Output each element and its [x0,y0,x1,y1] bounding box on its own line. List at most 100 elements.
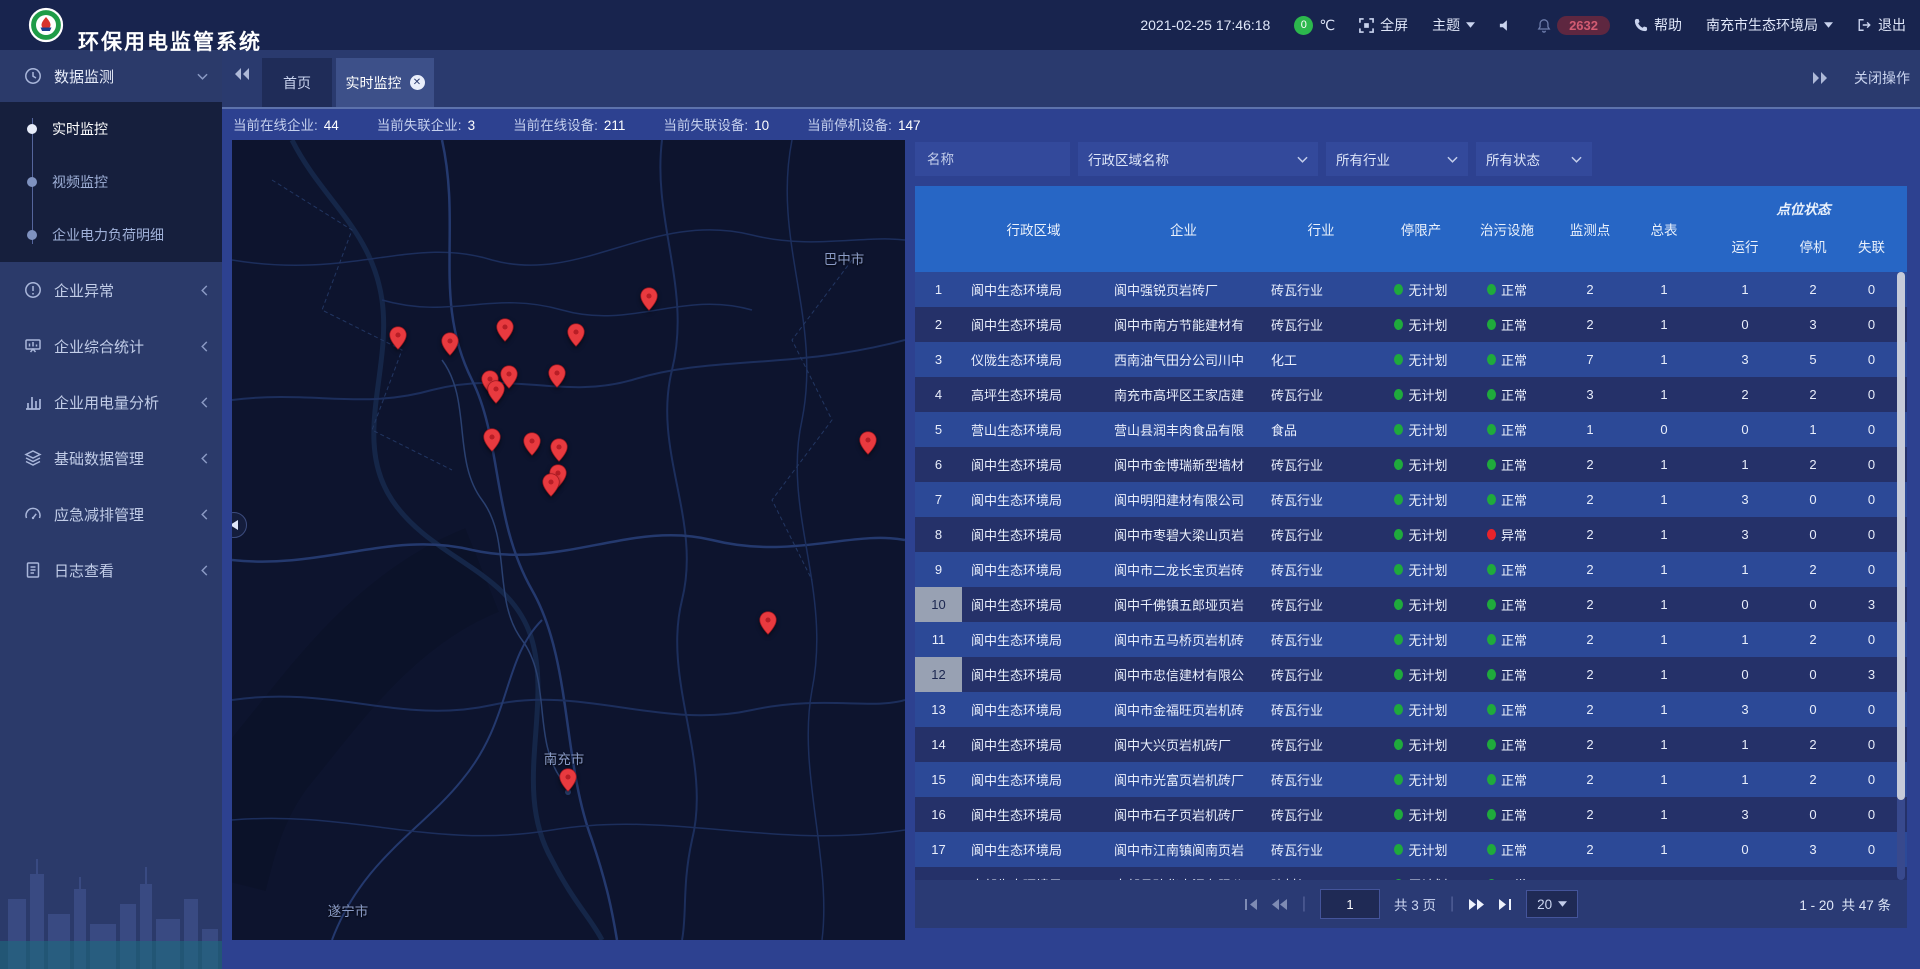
map-panel[interactable]: 巴中市 南充市 遂宁市 [232,140,905,940]
help-button[interactable]: 帮助 [1634,15,1682,35]
table-row[interactable]: 7 阆中生态环境局 阆中明阳建材有限公司 砖瓦行业 无计划 正常 2 1 3 [915,482,1907,517]
last-page-icon[interactable] [1498,898,1512,911]
table-row[interactable]: 1 阆中生态环境局 阆中强锐页岩砖厂 砖瓦行业 无计划 正常 2 1 1 [915,272,1907,307]
sidebar-item-power-load-detail[interactable]: 企业电力负荷明细 [0,208,222,261]
search-input[interactable] [925,151,1060,168]
table-row[interactable]: 16 阆中生态环境局 阆中市石子页岩机砖厂 砖瓦行业 无计划 正常 2 1 3 [915,797,1907,832]
map-pin-icon[interactable] [389,326,407,350]
cell-facility-status: 正常 [1462,272,1552,307]
map-pin-icon[interactable] [548,364,566,388]
table-row[interactable]: 4 高坪生态环境局 南充市高坪区王家店建 砖瓦行业 无计划 正常 3 1 2 [915,377,1907,412]
sidebar-item-enterprise-statistics[interactable]: 企业综合统计 [0,318,222,374]
org-menu[interactable]: 南充市生态环境局 [1706,15,1833,35]
map-pin-icon[interactable] [487,380,505,404]
cell-run: 0 [1700,832,1790,867]
table-row[interactable]: 12 阆中生态环境局 阆中市忠信建材有限公 砖瓦行业 无计划 正常 2 1 0 [915,657,1907,692]
region-filter-select[interactable]: 行政区域名称 [1078,142,1318,176]
cell-index: 1 [915,272,962,307]
tabs-scroll-left-icon[interactable] [234,67,250,81]
cell-index: 12 [915,657,962,692]
map-pin-icon[interactable] [640,287,658,311]
sidebar-item-base-data[interactable]: 基础数据管理 [0,430,222,486]
map-pin-icon[interactable] [550,438,568,462]
cell-industry: 砖瓦行业 [1262,447,1380,482]
chevron-left-icon [201,565,208,576]
tab-close-icon[interactable]: ✕ [410,75,425,90]
page-size-select[interactable]: 20 [1526,890,1578,918]
map-pin-icon[interactable] [441,332,459,356]
chevron-left-icon [201,453,208,464]
status-bar: 当前在线企业:44 当前失联企业:3 当前在线设备:211 当前失联设备:10 … [222,107,1920,140]
facility-status-dot-icon [1487,494,1496,505]
sidebar-item-emergency-reduction[interactable]: 应急减排管理 [0,486,222,542]
app-title: 环保用电监管系统 [78,26,262,56]
facility-status-text: 正常 [1501,315,1527,334]
next-page-icon[interactable] [1468,898,1484,911]
map-pin-icon[interactable] [567,323,585,347]
cell-region: 高坪生态环境局 [962,377,1105,412]
theme-menu[interactable]: 主题 [1432,15,1475,35]
table-row[interactable]: 2 阆中生态环境局 阆中市南方节能建材有 砖瓦行业 无计划 正常 2 1 0 [915,307,1907,342]
notifications[interactable]: 2632 [1537,16,1610,35]
status-filter-value: 所有状态 [1486,149,1540,169]
page-number-input[interactable] [1320,889,1380,919]
table-row[interactable]: 5 营山生态环境局 营山县润丰肉食品有限 食品 无计划 正常 1 0 0 [915,412,1907,447]
prev-page-icon[interactable] [1272,898,1288,911]
close-operations-button[interactable]: 关闭操作 [1854,68,1910,88]
table-row[interactable]: 14 阆中生态环境局 阆中大兴页岩机砖厂 砖瓦行业 无计划 正常 2 1 1 [915,727,1907,762]
col-stop: 停机 [1790,220,1836,272]
cell-meter: 1 [1628,482,1700,517]
map-pin-icon[interactable] [523,432,541,456]
page-size-value: 20 [1537,897,1552,912]
plan-status-text: 无计划 [1408,385,1447,404]
map-pin-icon[interactable] [496,318,514,342]
sidebar-item-realtime-monitoring[interactable]: 实时监控 [0,102,222,155]
status-filter-select[interactable]: 所有状态 [1476,142,1592,176]
cell-facility-status: 正常 [1462,762,1552,797]
table-row[interactable]: 3 仪陇生态环境局 西南油气田分公司川中 化工 无计划 正常 7 1 3 [915,342,1907,377]
cell-region: 阆中生态环境局 [962,797,1105,832]
sidebar-item-enterprise-abnormal[interactable]: 企业异常 [0,262,222,318]
tab-realtime-monitoring[interactable]: 实时监控 ✕ [336,58,434,107]
table-row[interactable]: 13 阆中生态环境局 阆中市金福旺页岩机砖 砖瓦行业 无计划 正常 2 1 3 [915,692,1907,727]
table-row[interactable]: 17 阆中生态环境局 阆中市江南镇阆南页岩 砖瓦行业 无计划 正常 2 1 0 [915,832,1907,867]
cell-run: 2 [1700,377,1790,412]
sidebar-item-log-view[interactable]: 日志查看 [0,542,222,598]
app-logo-icon [28,7,64,43]
timeline-dot-icon [27,177,37,187]
table-row[interactable]: 15 阆中生态环境局 阆中市光富页岩机砖厂 砖瓦行业 无计划 正常 2 1 1 [915,762,1907,797]
map-pin-icon[interactable] [483,428,501,452]
logout-button[interactable]: 退出 [1857,15,1906,35]
table-row[interactable]: 6 阆中生态环境局 阆中市金博瑞新型墙材 砖瓦行业 无计划 正常 2 1 1 [915,447,1907,482]
table-row[interactable]: 9 阆中生态环境局 阆中市二龙长宝页岩砖 砖瓦行业 无计划 正常 2 1 1 [915,552,1907,587]
notification-count-badge: 2632 [1557,16,1610,35]
map-pin-icon[interactable] [542,473,560,497]
tabs-scroll-right-icon[interactable] [1812,71,1828,85]
table-scrollbar-thumb[interactable] [1897,272,1905,800]
cell-run: 3 [1700,342,1790,377]
table-row[interactable]: 8 阆中生态环境局 阆中市枣碧大梁山页岩 砖瓦行业 无计划 异常 2 1 3 [915,517,1907,552]
chevron-left-icon [201,341,208,352]
cell-points: 7 [1552,342,1628,377]
city-skyline-decoration [0,829,222,969]
map-pin-icon[interactable] [559,768,577,792]
caret-down-icon [1824,22,1833,28]
name-filter-input[interactable] [915,142,1070,176]
first-page-icon[interactable] [1244,898,1258,911]
sidebar-group-data-monitoring[interactable]: 数据监测 [0,50,222,102]
map-pin-icon[interactable] [859,431,877,455]
sound-button[interactable] [1499,19,1513,32]
industry-filter-select[interactable]: 所有行业 [1326,142,1468,176]
fullscreen-button[interactable]: 全屏 [1359,15,1408,35]
cell-index: 13 [915,692,962,727]
table-row[interactable]: 10 阆中生态环境局 阆中千佛镇五郎垭页岩 砖瓦行业 无计划 正常 2 1 0 [915,587,1907,622]
cell-plan-status: 无计划 [1380,692,1462,727]
cell-meter: 1 [1628,342,1700,377]
sidebar-item-video-monitoring[interactable]: 视频监控 [0,155,222,208]
table-row[interactable]: 11 阆中生态环境局 阆中市五马桥页岩机砖 砖瓦行业 无计划 正常 2 1 1 [915,622,1907,657]
sidebar-item-power-analysis[interactable]: 企业用电量分析 [0,374,222,430]
tab-home[interactable]: 首页 [262,58,332,107]
cell-run: 3 [1700,692,1790,727]
map-pin-icon[interactable] [759,611,777,635]
cell-industry: 砖瓦行业 [1262,377,1380,412]
